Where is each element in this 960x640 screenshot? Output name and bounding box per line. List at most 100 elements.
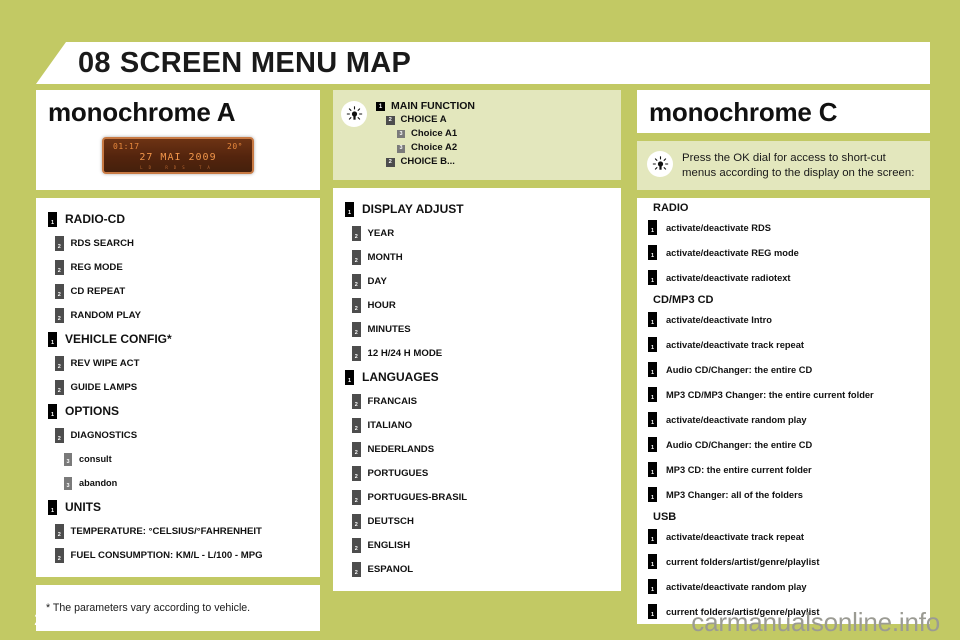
menu-item[interactable]: 1 LANGUAGES: [341, 365, 613, 389]
monochrome-a-menu-panel: 1 RADIO-CD 2 RDS SEARCH 2 REG MODE 2 CD REPEAT 2…: [36, 198, 320, 577]
shortcut-item[interactable]: 1 activate/deactivate random play: [637, 407, 930, 432]
shortcut-item-label: Audio CD/Changer: the entire CD: [666, 439, 813, 450]
shortcut-item-label: activate/deactivate track repeat: [666, 531, 804, 542]
shortcut-item-label: current folders/artist/genre/playlist: [666, 556, 820, 567]
legend-item-label: Choice A2: [411, 142, 458, 154]
menu-item[interactable]: 2 ENGLISH: [341, 533, 613, 557]
menu-item[interactable]: 2 MONTH: [341, 245, 613, 269]
menu-item[interactable]: 2 REV WIPE ACT: [44, 351, 312, 375]
menu-item[interactable]: 2 RANDOM PLAY: [44, 303, 312, 327]
menu-item-label: MINUTES: [367, 323, 411, 335]
lcd-date: 27 MAI 2009: [139, 152, 217, 163]
menu-item[interactable]: 2 YEAR: [341, 221, 613, 245]
menu-item[interactable]: 2 ESPANOL: [341, 557, 613, 581]
shortcut-item[interactable]: 1 MP3 Changer: all of the folders: [637, 482, 930, 507]
monochrome-c-menu-panel: RADIO 1 activate/deactivate RDS 1 activate/d…: [637, 198, 930, 625]
menu-item-label: DEUTSCH: [367, 515, 414, 527]
level-2-badge: 2: [352, 417, 361, 433]
menu-item-label: DIAGNOSTICS: [70, 429, 138, 441]
column-monochrome-a: monochrome A 01:17 20° 27 MAI 2009 LD RD…: [36, 90, 320, 639]
menu-item-label: HOUR: [367, 299, 396, 311]
menu-item-label: ENGLISH: [367, 539, 411, 551]
level-1-badge: 1: [648, 412, 657, 428]
menu-item[interactable]: 2 TEMPERATURE: °CELSIUS/°FAHRENHEIT: [44, 519, 312, 543]
monochrome-c-note-text: Press the OK dial for access to short-cu…: [682, 152, 915, 179]
menu-item[interactable]: 1 VEHICLE CONFIG*: [44, 327, 312, 351]
menu-item-label: TEMPERATURE: °CELSIUS/°FAHRENHEIT: [70, 525, 262, 537]
menu-item[interactable]: 2 REG MODE: [44, 255, 312, 279]
shortcut-item[interactable]: 1 current folders/artist/genre/playlist: [637, 549, 930, 574]
menu-item[interactable]: 3 abandon: [44, 471, 312, 495]
menu-item-label: ITALIANO: [367, 419, 413, 431]
shortcut-item[interactable]: 1 activate/deactivate REG mode: [637, 240, 930, 265]
menu-item[interactable]: 1 DISPLAY ADJUST: [341, 197, 613, 221]
level-2-badge: 2: [352, 273, 361, 289]
menu-item[interactable]: 2 FRANCAIS: [341, 389, 613, 413]
shortcut-item[interactable]: 1 Audio CD/Changer: the entire CD: [637, 432, 930, 457]
monochrome-c-note-panel: Press the OK dial for access to short-cu…: [637, 141, 930, 191]
menu-item[interactable]: 2 12 H/24 H MODE: [341, 341, 613, 365]
menu-item[interactable]: 2 DAY: [341, 269, 613, 293]
menu-item-label: VEHICLE CONFIG*: [65, 332, 172, 346]
level-2-badge: 2: [352, 513, 361, 529]
menu-item[interactable]: 2 PORTUGUES: [341, 461, 613, 485]
level-2-badge: 2: [55, 355, 64, 371]
menu-item[interactable]: 3 consult: [44, 447, 312, 471]
menu-item[interactable]: 2 DIAGNOSTICS: [44, 423, 312, 447]
menu-item[interactable]: 2 GUIDE LAMPS: [44, 375, 312, 399]
level-1-badge: 1: [648, 462, 657, 478]
level-2-badge: 2: [386, 158, 395, 167]
menu-item-label: consult: [79, 454, 112, 464]
shortcut-item[interactable]: 1 activate/deactivate RDS: [637, 215, 930, 240]
menu-item[interactable]: 2 MINUTES: [341, 317, 613, 341]
menu-item[interactable]: 2 RDS SEARCH: [44, 231, 312, 255]
level-1-badge: 1: [648, 529, 657, 545]
menu-item-label: CD REPEAT: [70, 285, 126, 297]
level-1-badge: 1: [648, 554, 657, 570]
menu-item[interactable]: 1 OPTIONS: [44, 399, 312, 423]
level-2-badge: 2: [352, 321, 361, 337]
shortcut-item-label: activate/deactivate REG mode: [666, 247, 799, 258]
shortcut-item[interactable]: 1 activate/deactivate Intro: [637, 307, 930, 332]
menu-item[interactable]: 1 RADIO-CD: [44, 207, 312, 231]
shortcut-item[interactable]: 1 activate/deactivate radiotext: [637, 265, 930, 290]
column-legend-and-menu: 1 MAIN FUNCTION 2 CHOICE A 3 Choice A1 3 Choice…: [333, 90, 621, 599]
level-3-badge: 3: [397, 144, 405, 153]
level-1-badge: 1: [648, 487, 657, 503]
shortcut-item-label: activate/deactivate random play: [666, 581, 807, 592]
menu-item[interactable]: 2 PORTUGUES-BRASIL: [341, 485, 613, 509]
shortcut-item-label: MP3 CD/MP3 Changer: the entire current f…: [666, 389, 874, 400]
footnote-panel: * The parameters vary according to vehic…: [36, 585, 320, 631]
menu-item-label: GUIDE LAMPS: [70, 381, 138, 393]
menu-item-label: YEAR: [367, 227, 395, 239]
lcd-display-wrapper: 01:17 20° 27 MAI 2009 LD RDS TA: [36, 133, 320, 182]
shortcut-item[interactable]: 1 MP3 CD: the entire current folder: [637, 457, 930, 482]
level-1-badge: 1: [648, 312, 657, 328]
menu-item[interactable]: 1 UNITS: [44, 495, 312, 519]
menu-item[interactable]: 2 NEDERLANDS: [341, 437, 613, 461]
shortcut-item[interactable]: 1 MP3 CD/MP3 Changer: the entire current …: [637, 382, 930, 407]
level-1-badge: 1: [648, 387, 657, 403]
menu-item[interactable]: 2 HOUR: [341, 293, 613, 317]
menu-item[interactable]: 2 ITALIANO: [341, 413, 613, 437]
menu-item[interactable]: 2 FUEL CONSUMPTION: KM/L - L/100 - MPG: [44, 543, 312, 567]
level-1-badge: 1: [48, 403, 57, 419]
menu-item-label: DISPLAY ADJUST: [362, 202, 464, 217]
level-2-badge: 2: [352, 537, 361, 553]
shortcut-item[interactable]: 1 Audio CD/Changer: the entire CD: [637, 357, 930, 382]
level-2-badge: 2: [352, 249, 361, 265]
menu-item-label: PORTUGUES-BRASIL: [367, 491, 468, 503]
monochrome-b-menu-panel: 1 DISPLAY ADJUST 2 YEAR 2 MONTH 2 DAY 2 HOUR 2 MINU…: [333, 188, 621, 592]
menu-item-label: PORTUGUES: [367, 467, 429, 479]
monochrome-a-header-panel: monochrome A 01:17 20° 27 MAI 2009 LD RD…: [36, 90, 320, 190]
shortcut-item[interactable]: 1 activate/deactivate random play: [637, 574, 930, 599]
level-1-badge: 1: [376, 101, 385, 111]
shortcut-item[interactable]: 1 activate/deactivate track repeat: [637, 332, 930, 357]
menu-item[interactable]: 2 CD REPEAT: [44, 279, 312, 303]
menu-item[interactable]: 2 DEUTSCH: [341, 509, 613, 533]
legend-item-label: MAIN FUNCTION: [391, 100, 475, 112]
legend-item: 2 CHOICE A: [386, 114, 475, 127]
legend-item-label: CHOICE A: [400, 114, 447, 126]
menu-item-label: ESPANOL: [367, 563, 414, 575]
shortcut-item[interactable]: 1 activate/deactivate track repeat: [637, 524, 930, 549]
